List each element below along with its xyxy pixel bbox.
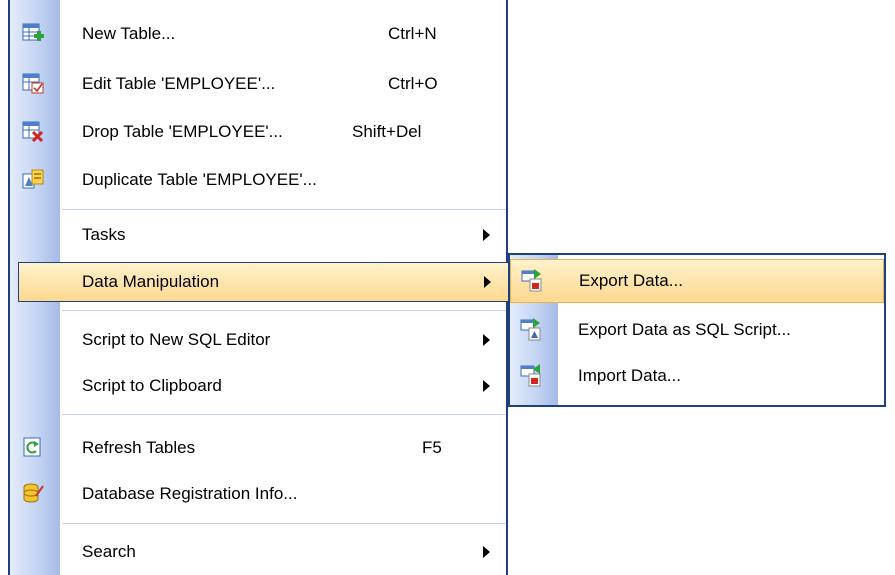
drop-table-icon xyxy=(22,121,44,142)
submenu-arrow-icon xyxy=(483,380,490,392)
menu-separator xyxy=(62,523,506,524)
menu-item-label: Edit Table 'EMPLOYEE'... xyxy=(82,74,276,93)
submenu-item-import-data[interactable]: Import Data... xyxy=(510,355,884,399)
edit-table-icon xyxy=(22,73,44,94)
menu-item-refresh-tables[interactable]: Refresh Tables F5 xyxy=(10,428,506,468)
submenu-item-export-data-as-sql-script[interactable]: Export Data as SQL Script... xyxy=(510,309,884,353)
menu-item-script-to-new-sql-editor[interactable]: Script to New SQL Editor xyxy=(10,320,506,360)
new-table-icon xyxy=(22,23,44,41)
menu-item-label: New Table... xyxy=(82,24,176,43)
menu-item-label: Database Registration Info... xyxy=(82,484,298,503)
context-menu: New Table... Ctrl+N Edit Table 'EMPLOYEE… xyxy=(8,0,510,575)
menu-separator xyxy=(62,209,506,210)
submenu-item-label: Import Data... xyxy=(578,366,681,385)
duplicate-table-icon xyxy=(22,169,44,189)
menu-item-label: Script to Clipboard xyxy=(82,376,222,395)
menu-item-edit-table[interactable]: Edit Table 'EMPLOYEE'... Ctrl+O xyxy=(10,64,506,104)
submenu-arrow-icon xyxy=(484,276,491,288)
menu-item-new-table[interactable]: New Table... Ctrl+N xyxy=(10,14,506,54)
menu-item-duplicate-table[interactable]: Duplicate Table 'EMPLOYEE'... xyxy=(10,160,506,200)
shortcut-label: Shift+Del xyxy=(352,122,422,141)
menu-item-label: Search xyxy=(82,542,136,561)
submenu-item-label: Export Data as SQL Script... xyxy=(578,320,791,339)
export-sql-script-icon xyxy=(520,318,541,341)
data-manipulation-submenu: Export Data... Export Data as SQL Script… xyxy=(508,253,886,407)
menu-item-drop-table[interactable]: Drop Table 'EMPLOYEE'... Shift+Del xyxy=(10,112,506,152)
shortcut-label: Ctrl+N xyxy=(388,24,437,43)
menu-item-label: Tasks xyxy=(82,225,126,244)
menu-item-label: Script to New SQL Editor xyxy=(82,330,271,349)
submenu-item-export-data[interactable]: Export Data... xyxy=(510,259,884,303)
menu-item-script-to-clipboard[interactable]: Script to Clipboard xyxy=(10,366,506,406)
submenu-arrow-icon xyxy=(483,229,490,241)
menu-separator xyxy=(62,310,506,311)
export-data-icon xyxy=(521,269,542,292)
import-data-icon xyxy=(520,364,541,387)
shortcut-label: Ctrl+O xyxy=(388,74,438,93)
refresh-icon xyxy=(23,437,41,457)
menu-separator xyxy=(62,414,506,415)
submenu-item-label: Export Data... xyxy=(579,271,683,290)
menu-item-label: Duplicate Table 'EMPLOYEE'... xyxy=(82,170,317,189)
menu-item-data-manipulation[interactable]: Data Manipulation xyxy=(18,262,510,302)
shortcut-label: F5 xyxy=(422,438,442,457)
menu-item-search[interactable]: Search xyxy=(10,532,506,572)
registration-info-icon xyxy=(23,483,44,503)
menu-item-tasks[interactable]: Tasks xyxy=(10,215,506,255)
submenu-arrow-icon xyxy=(483,334,490,346)
menu-item-label: Data Manipulation xyxy=(82,272,220,291)
menu-item-database-registration-info[interactable]: Database Registration Info... xyxy=(10,474,506,514)
menu-item-label: Refresh Tables xyxy=(82,438,196,457)
menu-item-label: Drop Table 'EMPLOYEE'... xyxy=(82,122,283,141)
submenu-arrow-icon xyxy=(483,546,490,558)
